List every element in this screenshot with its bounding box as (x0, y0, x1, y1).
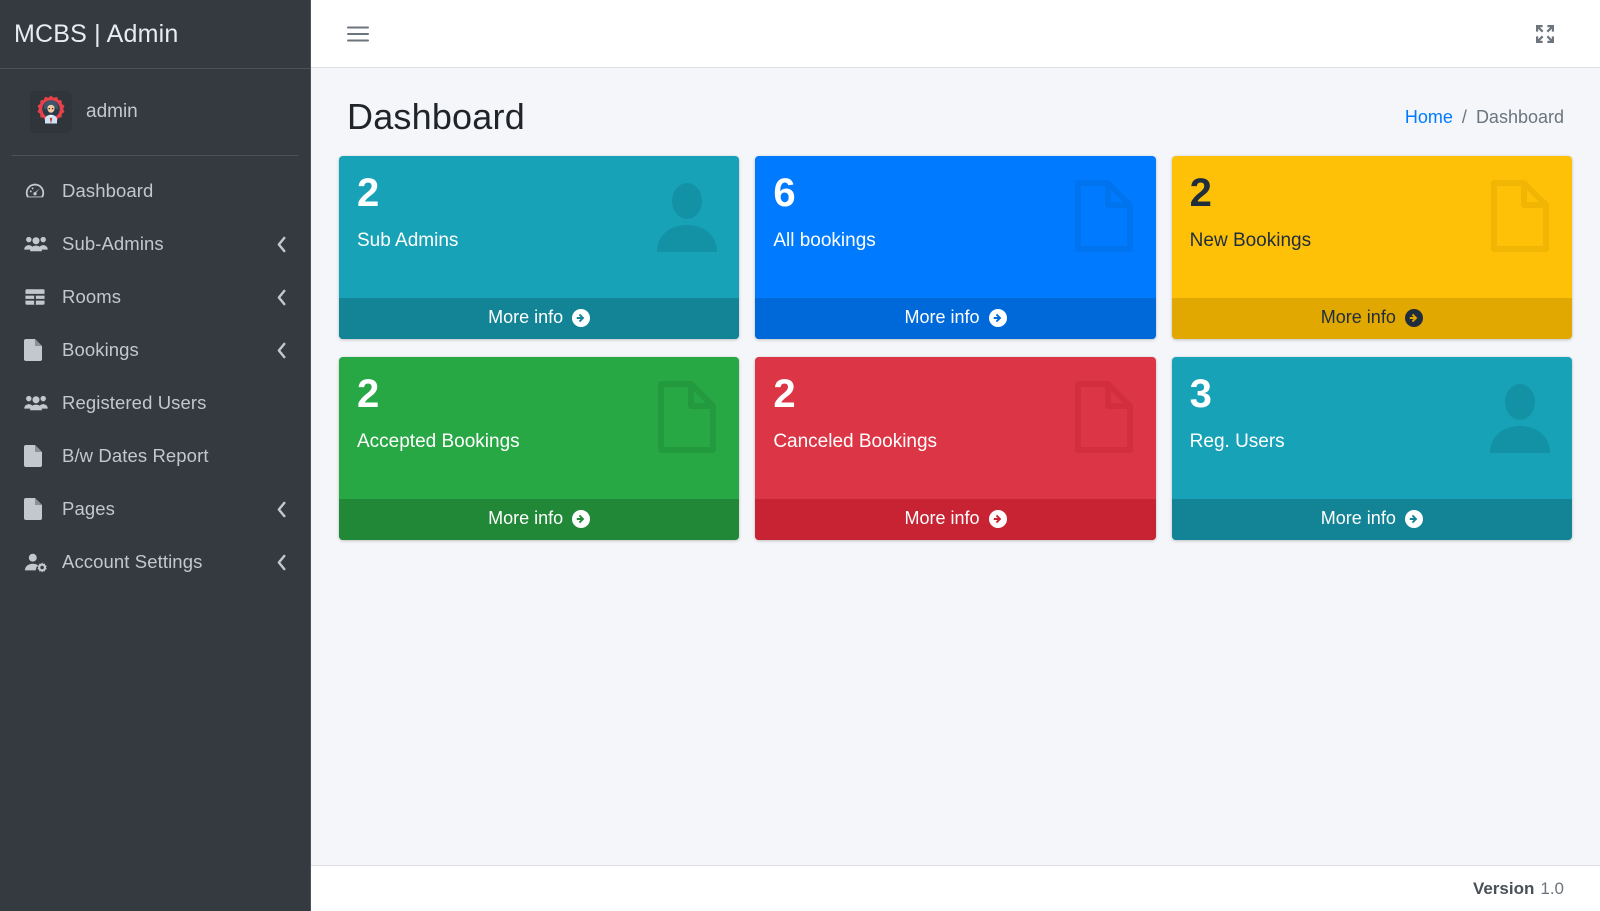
breadcrumb: Home / Dashboard (1405, 107, 1564, 128)
card-label: Accepted Bookings (357, 431, 520, 452)
arrow-circle-right-icon (988, 308, 1007, 327)
sidebar-item-registered-users[interactable]: Registered Users (10, 380, 300, 426)
sidebar-item-label: Dashboard (62, 180, 154, 201)
card-number: 6 (773, 171, 796, 215)
brand-title: MCBS | Admin (14, 19, 179, 48)
stat-card-reg-users[interactable]: 3 Reg. Users More info (1171, 357, 1572, 540)
card-body: 2 Canceled Bookings (755, 357, 1155, 499)
users-icon (24, 234, 52, 254)
user-panel[interactable]: admin (12, 69, 298, 156)
chevron-left-icon[interactable] (275, 501, 288, 518)
topbar (311, 0, 1600, 68)
sidebar-item-sub-admins[interactable]: Sub-Admins (10, 221, 300, 267)
card-more-info-label: More info (904, 307, 980, 327)
sidebar-nav: Dashboard Sub-Admins Rooms Bookings Regi… (0, 156, 310, 592)
sidebar-item-label: Rooms (62, 286, 122, 307)
card-body: 6 All bookings (755, 156, 1155, 298)
footer-version-value: 1.0 (1540, 878, 1564, 898)
stat-card-canceled-bookings[interactable]: 2 Canceled Bookings More info (755, 357, 1156, 540)
file-icon (24, 339, 52, 361)
arrow-circle-right-icon (572, 509, 591, 528)
card-more-info-label: More info (904, 508, 980, 528)
card-number: 2 (357, 171, 379, 215)
stat-card-accepted-bookings[interactable]: 2 Accepted Bookings More info (339, 357, 740, 540)
card-body: 2 Sub Admins (339, 156, 739, 298)
card-more-info-link[interactable]: More info (339, 499, 740, 540)
chevron-left-icon[interactable] (275, 342, 288, 359)
arrow-circle-right-icon (1404, 509, 1423, 528)
admin-dashboard-page: MCBS | Admin admin Dashboard Sub-Admins … (0, 0, 1600, 911)
arrow-circle-right-icon (988, 509, 1007, 528)
chevron-left-icon[interactable] (275, 289, 288, 306)
chevron-left-icon[interactable] (275, 554, 288, 571)
table-grid-icon (24, 287, 52, 307)
breadcrumb-separator: / (1461, 106, 1467, 127)
sidebar-item-bookings[interactable]: Bookings (10, 327, 300, 373)
content-header: Dashboard Home / Dashboard (311, 68, 1600, 146)
card-more-info-link[interactable]: More info (339, 298, 740, 339)
main-content-wrapper: Dashboard Home / Dashboard 2 Sub Admins (311, 0, 1600, 911)
sidebar: MCBS | Admin admin Dashboard Sub-Admins … (0, 0, 311, 911)
card-body: 3 Reg. Users (1172, 357, 1572, 499)
card-more-info-link[interactable]: More info (1171, 499, 1572, 540)
admin-gear-avatar-icon (30, 91, 72, 133)
card-label: Sub Admins (357, 230, 459, 251)
file-icon (24, 445, 52, 467)
brand-logo[interactable]: MCBS | Admin (0, 0, 310, 69)
breadcrumb-current: Dashboard (1475, 106, 1564, 127)
card-more-info-label: More info (488, 508, 564, 528)
arrow-circle-right-icon (572, 308, 591, 327)
card-number: 2 (357, 372, 379, 416)
card-label: All bookings (773, 230, 876, 251)
page-footer: Version 1.0 (311, 865, 1600, 911)
chevron-left-icon[interactable] (275, 236, 288, 253)
card-number: 3 (1189, 372, 1212, 416)
sidebar-item-account-settings[interactable]: Account Settings (10, 539, 300, 585)
sidebar-item-label: Registered Users (62, 392, 207, 413)
card-more-info-label: More info (1320, 307, 1396, 327)
user-name: admin (86, 101, 138, 122)
page-title: Dashboard (347, 96, 525, 137)
stat-card-all-bookings[interactable]: 6 All bookings More info (755, 156, 1156, 339)
user-gear-icon (24, 552, 52, 573)
sidebar-item-dashboard[interactable]: Dashboard (10, 168, 300, 214)
stat-card-new-bookings[interactable]: 2 New Bookings More info (1171, 156, 1572, 339)
footer-version-label: Version (1472, 878, 1535, 898)
file-icon (24, 498, 52, 520)
hamburger-icon[interactable] (339, 17, 377, 51)
card-more-info-link[interactable]: More info (1171, 298, 1572, 339)
sidebar-item-label: Bookings (62, 339, 139, 360)
sidebar-item-rooms[interactable]: Rooms (10, 274, 300, 320)
sidebar-item-label: B/w Dates Report (62, 445, 209, 466)
card-more-info-link[interactable]: More info (755, 499, 1156, 540)
sidebar-item-pages[interactable]: Pages (10, 486, 300, 532)
tachometer-icon (24, 180, 52, 202)
card-body: 2 New Bookings (1172, 156, 1572, 298)
arrow-circle-right-icon (1404, 308, 1423, 327)
card-label: New Bookings (1189, 230, 1312, 251)
sidebar-item-label: Pages (62, 498, 115, 519)
sidebar-item-bw-dates-report[interactable]: B/w Dates Report (10, 433, 300, 479)
sidebar-item-label: Sub-Admins (62, 233, 164, 254)
card-number: 2 (1189, 171, 1212, 215)
expand-arrows-icon[interactable] (1526, 15, 1564, 53)
card-more-info-label: More info (488, 307, 564, 327)
sidebar-item-label: Account Settings (62, 551, 203, 572)
stat-cards-grid: 2 Sub Admins More info 6 All bookings Mo… (311, 146, 1600, 540)
card-more-info-label: More info (1320, 508, 1396, 528)
card-body: 2 Accepted Bookings (339, 357, 739, 499)
card-number: 2 (773, 372, 796, 416)
stat-card-sub-admins[interactable]: 2 Sub Admins More info (339, 156, 740, 339)
card-label: Reg. Users (1189, 431, 1285, 452)
users-icon (24, 393, 52, 413)
card-more-info-link[interactable]: More info (755, 298, 1156, 339)
breadcrumb-home-link[interactable]: Home (1405, 107, 1453, 128)
card-label: Canceled Bookings (773, 431, 938, 452)
